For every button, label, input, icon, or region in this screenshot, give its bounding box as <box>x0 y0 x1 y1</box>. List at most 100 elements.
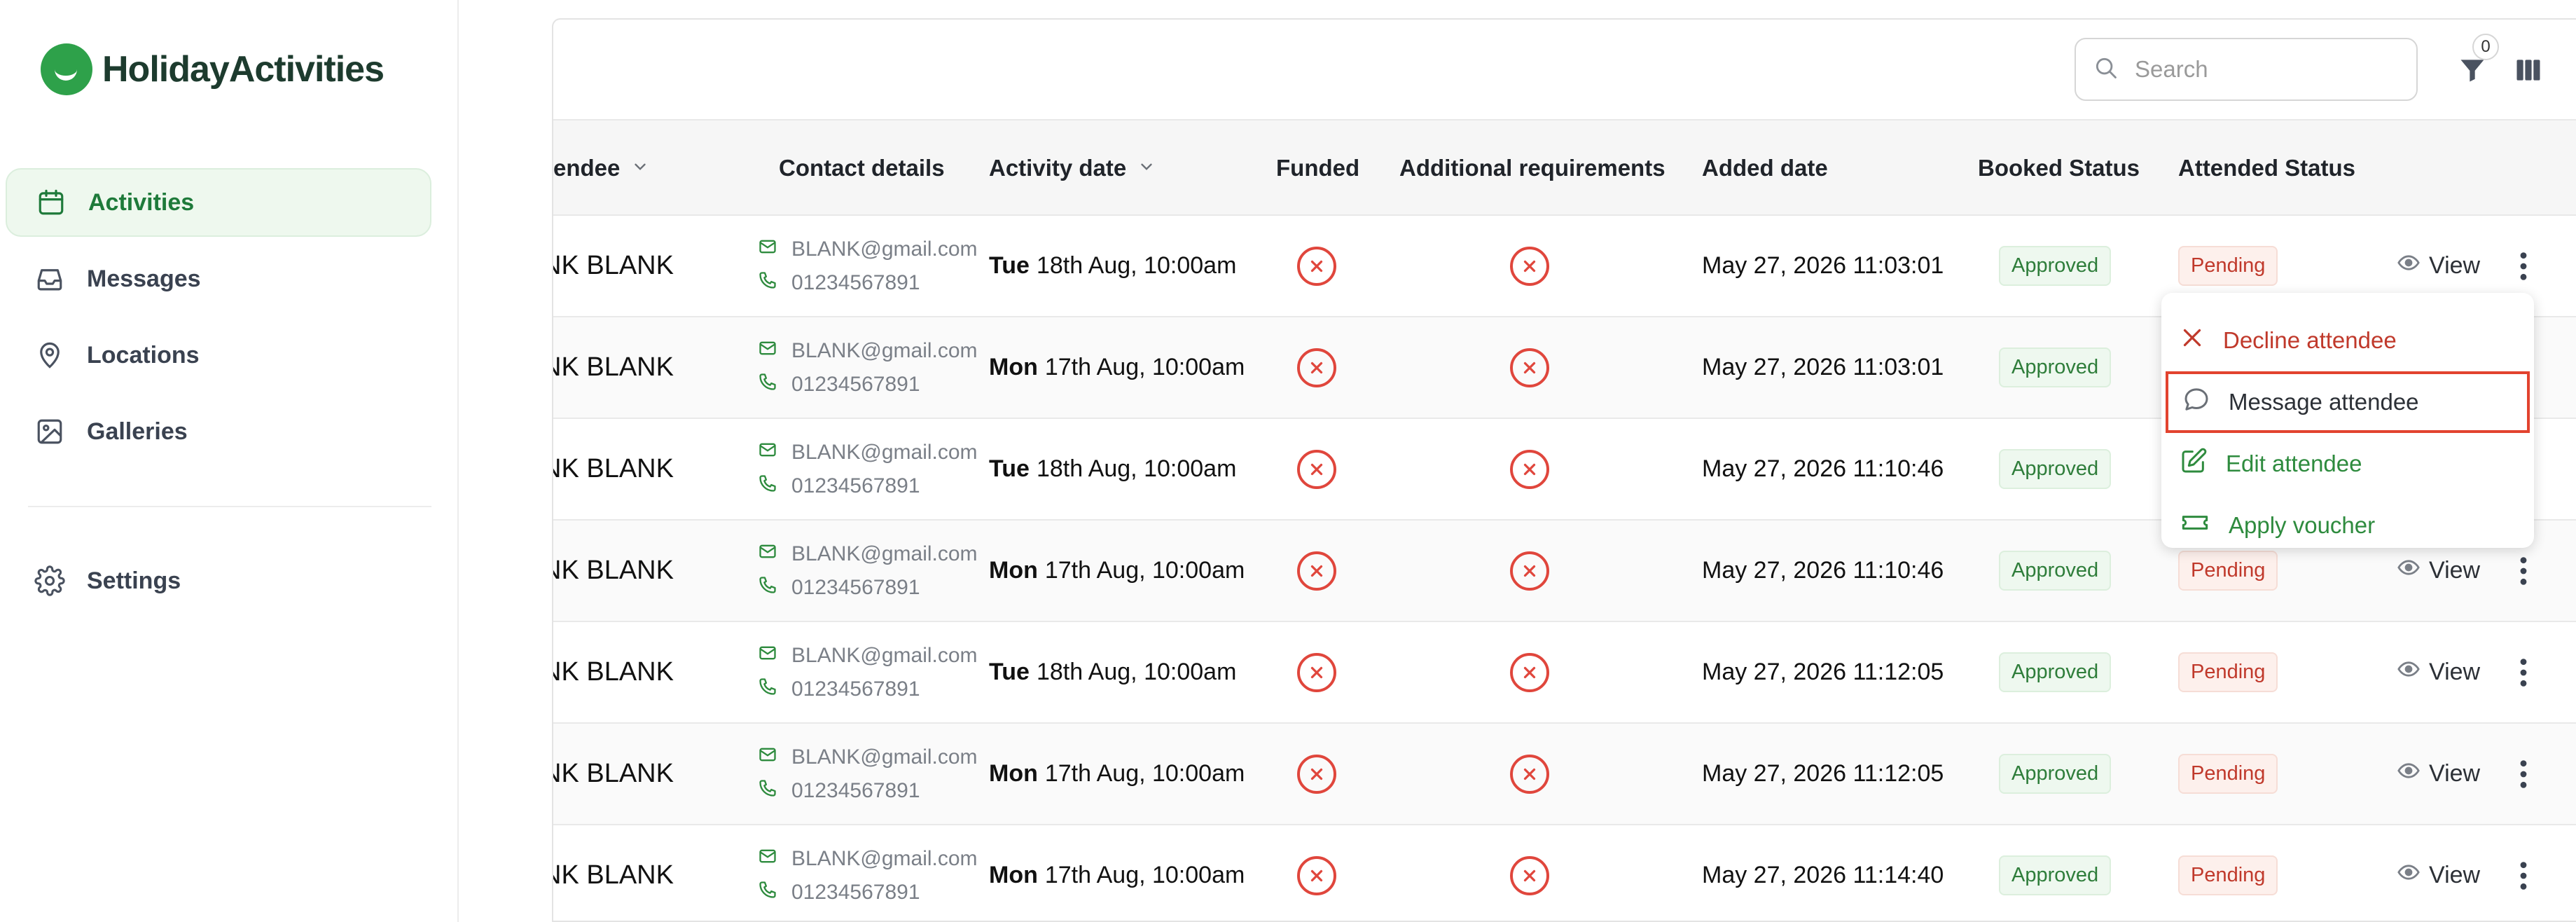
column-header-additional-requirements: Additional requirements <box>1399 155 1666 181</box>
status-badge: Pending <box>2178 652 2278 692</box>
view-button[interactable]: View <box>2397 622 2480 722</box>
phone-icon <box>758 372 791 397</box>
chevron-down-icon <box>1137 155 1156 181</box>
table-row[interactable]: NK BLANK BLANK@gmail.com 01234567891 Mon 17t… <box>553 724 2576 825</box>
columns-button[interactable] <box>2507 50 2549 92</box>
table-row[interactable]: NK BLANK BLANK@gmail.com 01234567891 Mon 17t… <box>552 825 2576 921</box>
row-actions-button[interactable] <box>2509 724 2537 824</box>
table-header: endee Contact details Activity date Fund… <box>553 121 2576 216</box>
column-header-added-date: Added date <box>1702 155 1828 181</box>
status-badge: Approved <box>1999 551 2112 591</box>
row-actions-button[interactable] <box>2509 622 2537 722</box>
decline-attendee-menu-item[interactable]: Decline attendee <box>2161 310 2534 371</box>
eye-icon <box>2397 657 2429 687</box>
contact-details: BLANK@gmail.com 01234567891 <box>758 419 978 519</box>
column-header-attendee[interactable]: endee <box>553 121 649 216</box>
sidebar-item-label: Messages <box>87 265 201 292</box>
table-toolbar: 0 <box>553 20 2576 121</box>
added-date: May 27, 2026 11:10:46 <box>1702 455 1944 482</box>
funded-status <box>1297 724 1336 824</box>
attendee-name: NK BLANK <box>552 556 674 585</box>
funded-status <box>1297 825 1336 921</box>
activity-date: Mon 17th Aug, 10:00am <box>989 760 1245 787</box>
more-vertical-icon <box>2509 245 2537 287</box>
search-input[interactable] <box>2135 56 2401 83</box>
column-header-funded: Funded <box>1276 155 1360 181</box>
column-header-activity-date[interactable]: Activity date <box>989 121 1156 216</box>
phone-icon <box>758 880 791 905</box>
x-circle-icon <box>1510 551 1549 591</box>
x-circle-icon <box>1510 348 1549 387</box>
sidebar-settings-group: Settings <box>6 546 431 623</box>
eye-icon <box>2397 251 2429 281</box>
mail-icon <box>758 237 791 262</box>
sidebar-item-label: Galleries <box>87 418 188 445</box>
added-date: May 27, 2026 11:03:01 <box>1702 252 1944 279</box>
activity-date: Tue 18th Aug, 10:00am <box>989 659 1237 685</box>
added-date: May 27, 2026 11:12:05 <box>1702 760 1944 787</box>
status-badge: Approved <box>1999 348 2112 387</box>
sidebar-item-label: Activities <box>88 188 195 216</box>
status-badge: Approved <box>1999 754 2112 794</box>
activity-date: Mon 17th Aug, 10:00am <box>989 354 1245 380</box>
close-icon <box>2180 325 2223 356</box>
attended-status: Pending <box>2178 724 2278 824</box>
contact-phone: 01234567891 <box>791 880 920 904</box>
contact-details: BLANK@gmail.com 01234567891 <box>758 622 978 722</box>
additional-requirements-status <box>1510 521 1549 621</box>
activity-date: Mon 17th Aug, 10:00am <box>989 557 1245 584</box>
status-badge: Approved <box>1999 449 2112 489</box>
funded-status <box>1297 317 1336 418</box>
view-button[interactable]: View <box>2397 724 2480 824</box>
more-vertical-icon <box>2509 652 2537 694</box>
edit-attendee-menu-item[interactable]: Edit attendee <box>2161 433 2534 495</box>
eye-icon <box>2397 556 2429 586</box>
mail-icon <box>758 542 791 567</box>
table-row[interactable]: NK BLANK BLANK@gmail.com 01234567891 Tue 18t… <box>553 622 2576 724</box>
booked-status: Approved <box>1999 317 2112 418</box>
sidebar-item-messages[interactable]: Messages <box>6 245 431 313</box>
apply-voucher-menu-item[interactable]: Apply voucher <box>2161 495 2534 556</box>
activity-date: Tue 18th Aug, 10:00am <box>989 455 1237 482</box>
message-attendee-menu-item[interactable]: Message attendee <box>2166 371 2530 433</box>
funded-status <box>1297 521 1336 621</box>
sidebar-item-activities[interactable]: Activities <box>6 168 431 237</box>
view-button[interactable]: View <box>2397 825 2480 921</box>
row-actions-button[interactable] <box>2509 825 2537 921</box>
more-vertical-icon <box>2509 753 2537 795</box>
sidebar-item-locations[interactable]: Locations <box>6 321 431 390</box>
x-circle-icon <box>1297 551 1336 591</box>
attendee-name: NK BLANK <box>552 759 674 788</box>
additional-requirements-status <box>1510 622 1549 722</box>
contact-details: BLANK@gmail.com 01234567891 <box>758 724 978 824</box>
app-logo[interactable]: HolidayActivities <box>41 43 385 95</box>
attendee-name: NK BLANK <box>552 860 674 890</box>
status-badge: Approved <box>1999 855 2112 895</box>
sidebar-divider <box>28 506 431 507</box>
sidebar: HolidayActivities Activities Messages Lo… <box>0 0 459 922</box>
map-pin-icon <box>34 339 66 371</box>
contact-phone: 01234567891 <box>791 372 920 396</box>
column-header-attended-status: Attended Status <box>2178 155 2356 181</box>
activity-date: Tue 18th Aug, 10:00am <box>989 252 1237 279</box>
row-actions-menu: Decline attendee Message attendee Edit a… <box>2161 293 2534 548</box>
phone-icon <box>758 270 791 296</box>
additional-requirements-status <box>1510 825 1549 921</box>
logo-mark-icon <box>41 43 92 95</box>
attendee-name: NK BLANK <box>552 657 674 687</box>
mail-icon <box>758 440 791 465</box>
x-circle-icon <box>1297 348 1336 387</box>
sidebar-item-galleries[interactable]: Galleries <box>6 397 431 466</box>
gear-icon <box>34 565 66 597</box>
phone-icon <box>758 677 791 702</box>
sidebar-item-settings[interactable]: Settings <box>6 546 431 615</box>
contact-phone: 01234567891 <box>791 575 920 599</box>
additional-requirements-status <box>1510 419 1549 519</box>
search-box[interactable] <box>2075 38 2418 101</box>
booked-status: Approved <box>1999 419 2112 519</box>
phone-icon <box>758 474 791 499</box>
added-date: May 27, 2026 11:03:01 <box>1702 354 1944 380</box>
mail-icon <box>758 745 791 770</box>
contact-email: BLANK@gmail.com <box>791 745 978 769</box>
x-circle-icon <box>1297 246 1336 286</box>
